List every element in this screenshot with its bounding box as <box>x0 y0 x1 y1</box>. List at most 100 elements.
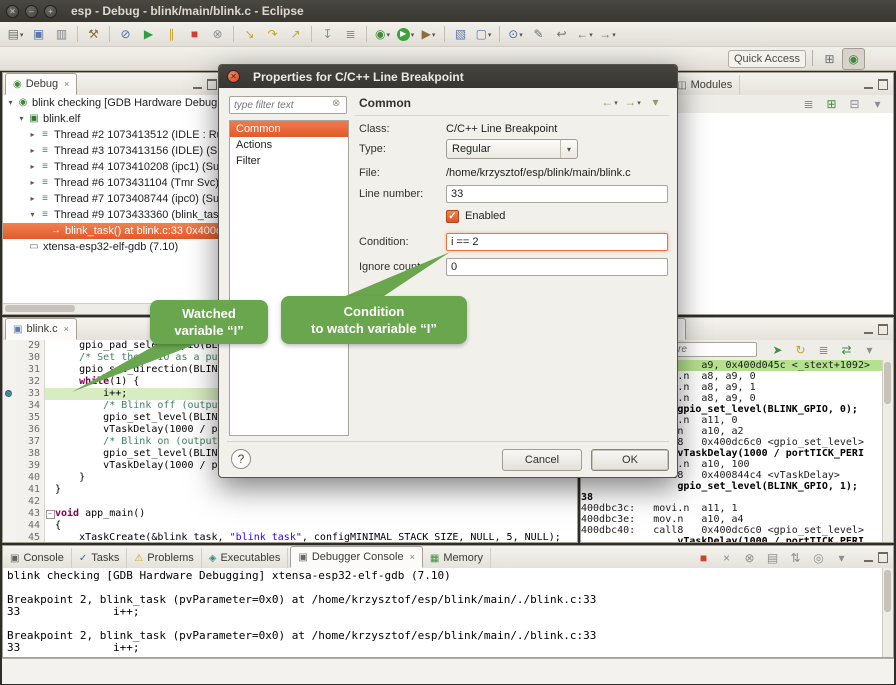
line-number[interactable]: 30 <box>16 352 45 364</box>
scrollbar-thumb[interactable] <box>5 305 75 312</box>
mark-occurrences-icon[interactable]: ✎ <box>528 24 549 44</box>
disassembly-line[interactable]: 400dbc3c: movi.n a11, 1 <box>581 503 883 514</box>
tab-close-icon[interactable]: × <box>410 552 415 562</box>
maximize-icon[interactable] <box>207 79 217 90</box>
line-number[interactable]: 32 <box>16 376 45 388</box>
line-number-input[interactable] <box>446 185 668 203</box>
save-icon[interactable]: ▣ <box>28 24 49 44</box>
debug-tree-item[interactable]: ≡Thread #2 1073413512 (IDLE : Runn <box>3 127 222 143</box>
debug-tree-item[interactable]: ▭xtensa-esp32-elf-gdb (7.10) <box>3 239 222 255</box>
terminate-icon[interactable]: ■ <box>693 548 714 568</box>
window-close-button[interactable]: ✕ <box>6 5 19 18</box>
dialog-nav-item-common[interactable]: Common <box>230 121 348 137</box>
pin-console-icon[interactable]: ◎ <box>808 548 829 568</box>
scrollbar-thumb[interactable] <box>884 362 891 404</box>
show-source-icon[interactable]: ≣ <box>813 340 834 360</box>
debug-tree-item[interactable]: ◉blink checking [GDB Hardware Debug <box>3 95 222 111</box>
debug-perspective-icon[interactable]: ◉ <box>842 48 865 70</box>
scrollbar-thumb[interactable] <box>884 570 891 612</box>
maximize-icon[interactable] <box>878 552 888 563</box>
line-number[interactable]: 42 <box>16 496 45 508</box>
tab-modules[interactable]: ◫Modules <box>670 75 740 95</box>
disassembly-line[interactable]: gpio_set_level(BLINK_GPIO, 1); <box>581 481 883 492</box>
clear-console-icon[interactable]: ▤ <box>762 548 783 568</box>
tab-console[interactable]: ▣Console <box>3 548 72 568</box>
minimize-icon[interactable] <box>864 324 873 334</box>
tab-executables[interactable]: ◈Executables <box>202 548 289 568</box>
dialog-close-button[interactable]: ✕ <box>227 70 240 83</box>
view-menu-icon[interactable]: ▾ <box>867 94 888 114</box>
forward-icon[interactable]: → <box>597 24 618 44</box>
maximize-icon[interactable] <box>878 324 888 335</box>
new-c-file-icon[interactable]: ▢ <box>473 24 494 44</box>
clear-filter-icon[interactable]: ⊗ <box>332 98 340 109</box>
line-number[interactable]: 33 <box>16 388 45 400</box>
sync-selection-icon[interactable]: ⇄ <box>836 340 857 360</box>
display-selected-console-icon[interactable]: ▾ <box>831 548 852 568</box>
add-register-group-icon[interactable]: ⊞ <box>821 94 842 114</box>
debug-tree-item[interactable]: ≡Thread #7 1073408744 (ipc0) (Susp <box>3 191 222 207</box>
disassembly-line[interactable]: 400dbc3e: mov.n a10, a4 <box>581 514 883 525</box>
open-perspective-icon[interactable]: ⊞ <box>819 49 840 69</box>
build-icon[interactable]: ⚒ <box>83 24 104 44</box>
vertical-scrollbar[interactable] <box>882 360 893 542</box>
console-output[interactable]: blink checking [GDB Hardware Debugging] … <box>3 568 883 657</box>
view-menu-icon[interactable]: ▾ <box>645 92 666 112</box>
tree-expander[interactable] <box>27 143 38 159</box>
tab-memory[interactable]: ▦Memory <box>423 548 491 568</box>
disconnect-icon[interactable]: ⊗ <box>207 24 228 44</box>
tree-expander[interactable] <box>27 127 38 143</box>
editor-line[interactable]: 45 xTaskCreate(&blink_task, "blink_task"… <box>3 532 577 542</box>
window-minimize-button[interactable]: – <box>25 5 38 18</box>
skip-all-breakpoints-icon[interactable]: ⊘ <box>115 24 136 44</box>
disassembly-line[interactable]: 38 <box>581 492 883 503</box>
line-number[interactable]: 34 <box>16 400 45 412</box>
debug-tree-item[interactable]: ≡Thread #6 1073431104 (Tmr Svc) (S <box>3 175 222 191</box>
line-number[interactable]: 39 <box>16 460 45 472</box>
line-number[interactable]: 31 <box>16 364 45 376</box>
refresh-icon[interactable]: ↻ <box>790 340 811 360</box>
vertical-scrollbar[interactable] <box>882 568 893 657</box>
new-cpp-project-icon[interactable]: ▧ <box>450 24 471 44</box>
step-return-icon[interactable]: ↗ <box>285 24 306 44</box>
run-icon[interactable]: ▶ <box>395 24 416 44</box>
remove-launch-icon[interactable]: × <box>716 548 737 568</box>
maximize-icon[interactable] <box>878 79 888 90</box>
search-icon[interactable]: ⊙ <box>505 24 526 44</box>
tab-close-icon[interactable]: × <box>64 324 69 334</box>
tree-expander[interactable] <box>16 111 27 127</box>
help-button[interactable]: ? <box>231 449 251 469</box>
tab-close-icon[interactable]: × <box>64 79 69 89</box>
remove-all-terminated-icon[interactable]: ⊗ <box>739 548 760 568</box>
view-menu-icon[interactable]: ▾ <box>859 340 880 360</box>
debug-tree-item[interactable]: ▣blink.elf <box>3 111 222 127</box>
tree-expander[interactable] <box>27 191 38 207</box>
dialog-titlebar[interactable]: Properties for C/C++ Line Breakpoint <box>219 65 677 88</box>
fold-marker-icon[interactable]: – <box>45 508 55 520</box>
ignore-count-input[interactable] <box>446 258 668 276</box>
line-number[interactable]: 29 <box>16 340 45 352</box>
scroll-lock-icon[interactable]: ⇅ <box>785 548 806 568</box>
minimize-icon[interactable] <box>864 552 873 562</box>
debug-tree-item[interactable]: →blink_task() at blink.c:33 0x400db <box>3 223 222 239</box>
minimize-icon[interactable] <box>193 79 202 89</box>
back-icon[interactable]: ← <box>599 92 620 112</box>
debug-tree-item[interactable]: ≡Thread #9 1073433360 (blink_task <box>3 207 222 223</box>
line-number[interactable]: 35 <box>16 412 45 424</box>
back-icon[interactable]: ← <box>574 24 595 44</box>
last-edit-location-icon[interactable]: ↩ <box>551 24 572 44</box>
goto-pc-icon[interactable]: ➤ <box>767 340 788 360</box>
line-number[interactable]: 45 <box>16 532 45 542</box>
print-icon[interactable]: ▥ <box>51 24 72 44</box>
editor-line[interactable]: 44{ <box>3 520 577 532</box>
dialog-nav-item-filter[interactable]: Filter <box>230 153 348 169</box>
step-into-icon[interactable]: ↘ <box>239 24 260 44</box>
disassembly-line[interactable]: vTaskDelay(1000 / portTICK_PERI <box>581 536 883 542</box>
filter-input[interactable] <box>229 96 347 114</box>
editor-line[interactable]: 42 <box>3 496 577 508</box>
line-number[interactable]: 37 <box>16 436 45 448</box>
new-wizard-icon[interactable]: ▤ <box>5 24 26 44</box>
line-number[interactable]: 36 <box>16 424 45 436</box>
instruction-stepping-icon[interactable]: ≣ <box>340 24 361 44</box>
drop-to-frame-icon[interactable]: ↧ <box>317 24 338 44</box>
